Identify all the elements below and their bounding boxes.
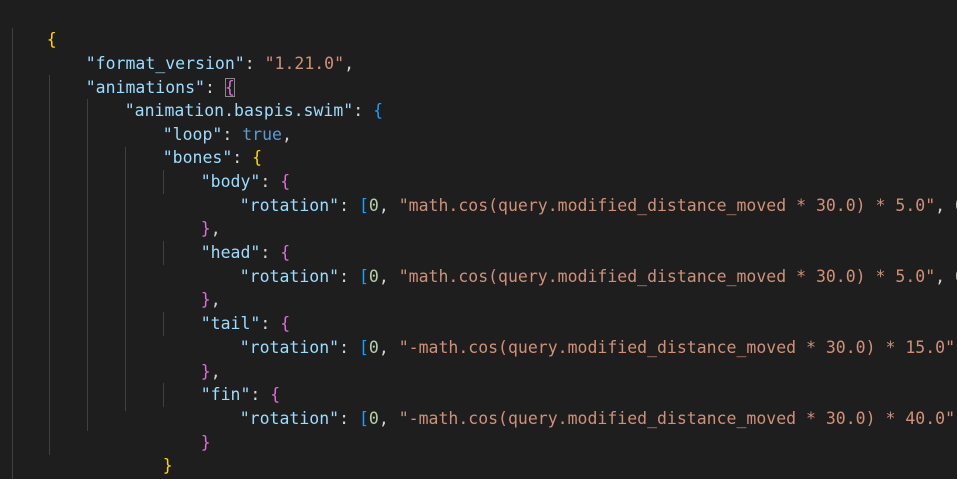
code-line[interactable]: "rotation": [0, "-math.cos(query.modifie… [200,383,957,428]
code-line[interactable]: "bones": { [123,122,262,167]
rotation-open-bracket: [ [358,267,369,286]
code-line[interactable]: "head": { [161,217,290,262]
rotation-key: "rotation" [239,196,340,215]
code-line[interactable]: "rotation": [0, "math.cos(query.modified… [200,170,957,215]
rotation-y-expression: "math.cos(query.modified_distance_moved … [398,196,936,215]
rotation-x: 0 [368,409,379,428]
code-line[interactable]: "format_version": "1.21.0", [46,28,354,73]
code-line[interactable]: "tail": { [161,288,290,333]
rotation-open-bracket: [ [358,409,369,428]
code-editor[interactable]: { "format_version": "1.21.0", "animation… [0,0,957,479]
code-line[interactable]: { [7,4,57,49]
code-line[interactable]: } [123,430,173,475]
animation-open-brace: { [373,101,384,120]
code-line[interactable]: } [161,407,211,452]
code-line[interactable]: }, [161,336,221,381]
code-line[interactable]: "rotation": [0, "math.cos(query.modified… [200,241,957,286]
code-line[interactable]: }, [85,454,148,478]
rotation-x: 0 [368,267,379,286]
code-line[interactable]: }, [161,264,221,309]
indent-guide [87,99,88,431]
code-line[interactable]: "animation.baspis.swim": { [85,75,383,120]
rotation-open-bracket: [ [358,338,369,357]
rotation-open-bracket: [ [358,196,369,215]
code-line[interactable]: "animations": { [46,52,235,97]
rotation-x: 0 [368,196,379,215]
rotation-key: "rotation" [239,338,340,357]
format-version-value: "1.21.0" [264,54,345,73]
code-line[interactable]: "rotation": [0, "-math.cos(query.modifie… [200,312,957,357]
indent-guide [49,75,50,455]
rotation-key: "rotation" [239,267,340,286]
rotation-key: "rotation" [239,409,340,428]
indent-guide [12,28,13,479]
code-line[interactable]: }, [161,193,221,238]
bones-close-brace: } [162,456,173,475]
rotation-y-expression: "-math.cos(query.modified_distance_moved… [398,409,956,428]
editor-top-edge [0,0,957,4]
bone-close-brace: } [200,433,211,452]
rotation-y-expression: "-math.cos(query.modified_distance_moved… [398,338,956,357]
code-line[interactable]: "loop": true, [123,99,292,144]
rotation-x: 0 [368,338,379,357]
code-line[interactable]: "fin": { [161,359,280,404]
rotation-y-expression: "math.cos(query.modified_distance_moved … [398,267,936,286]
code-line[interactable]: "body": { [161,146,290,191]
